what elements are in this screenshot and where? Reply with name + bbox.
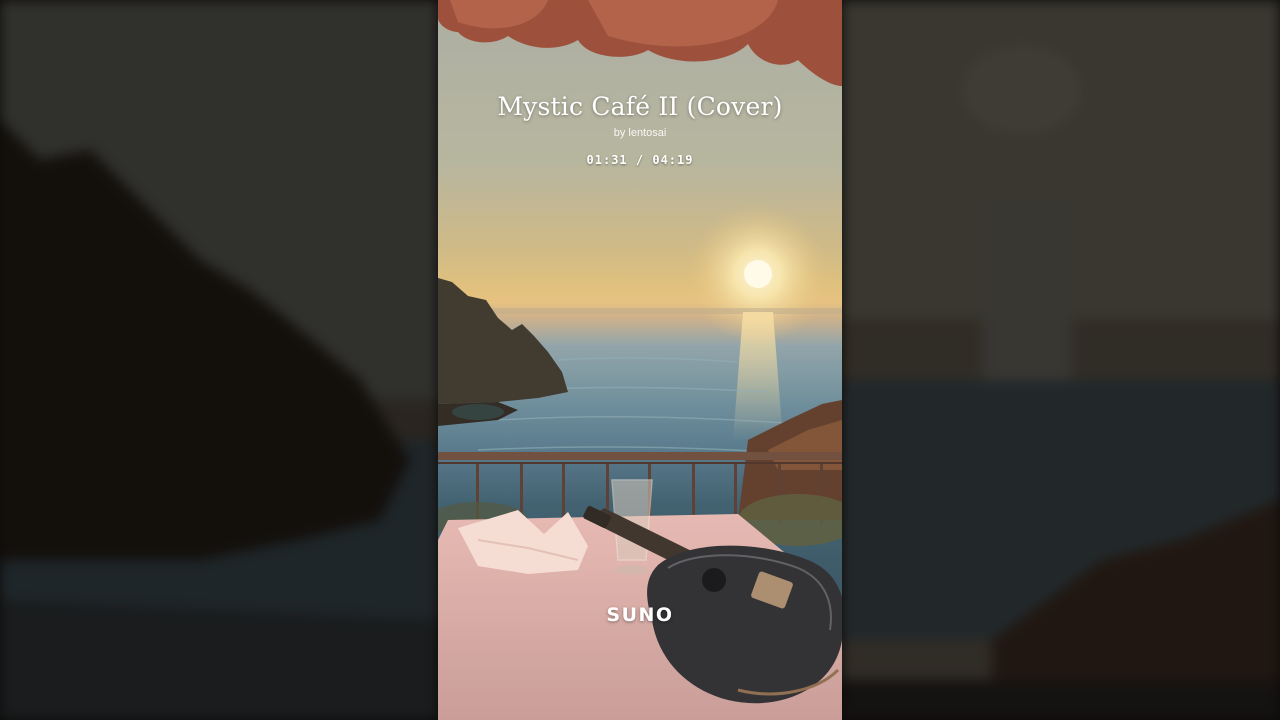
playback-time: 01:31 / 04:19 bbox=[438, 153, 842, 167]
suno-logo: SUNO bbox=[606, 604, 674, 626]
total-time: 04:19 bbox=[652, 153, 694, 167]
track-info: Mystic Café II (Cover) by lentosai 01:31… bbox=[438, 92, 842, 167]
background-blur-left bbox=[0, 0, 438, 720]
background-blur-right bbox=[842, 0, 1280, 720]
cover-art: Mystic Café II (Cover) by lentosai 01:31… bbox=[438, 0, 842, 720]
track-artist: by lentosai bbox=[613, 127, 667, 139]
time-separator: / bbox=[635, 153, 645, 167]
current-time: 01:31 bbox=[586, 153, 628, 167]
track-title: Mystic Café II (Cover) bbox=[497, 92, 783, 121]
